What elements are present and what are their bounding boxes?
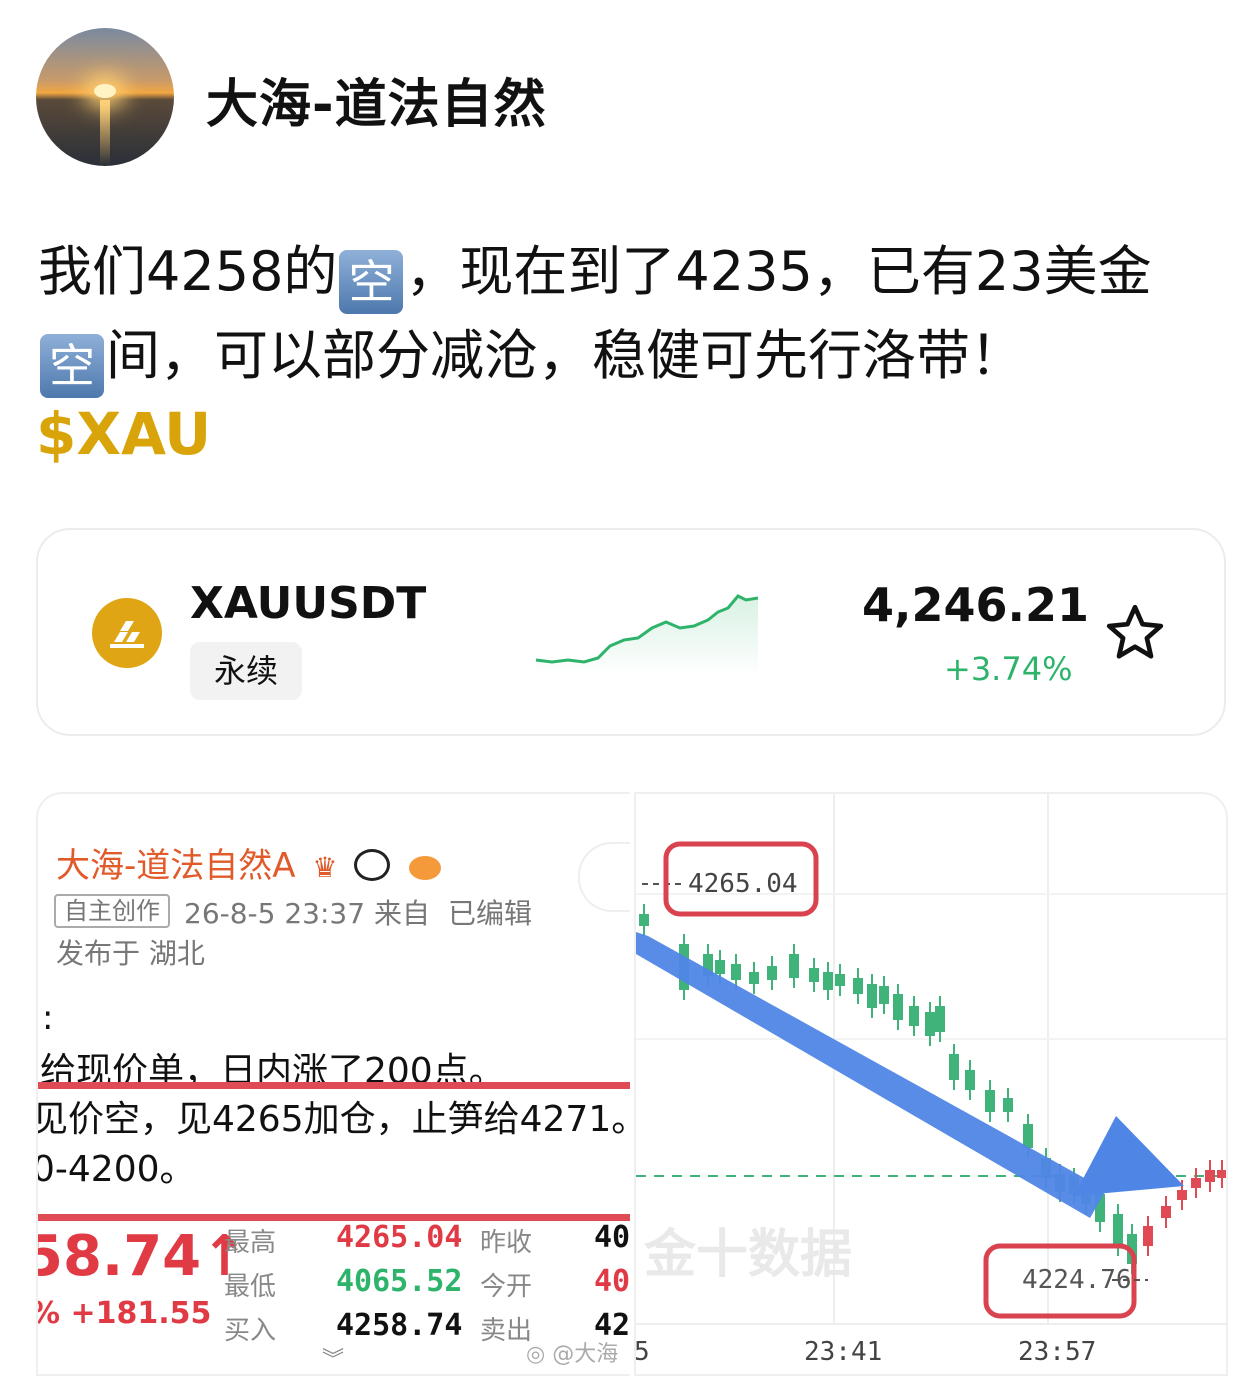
candlestick-chart: 金十数据 4265.04 4224.76 5 23:41 23:57 <box>636 794 1226 1367</box>
candle-body <box>1191 1178 1201 1188</box>
post-line1-b: ，现在到了4235，已有23美金 <box>405 240 1152 303</box>
ticker-tag-link[interactable]: $XAU <box>36 400 211 468</box>
time-label-2: 23:41 <box>804 1337 882 1367</box>
quote-high: 4265.04 <box>336 1220 463 1255</box>
candle-body <box>949 1054 959 1080</box>
candle-body <box>789 954 799 978</box>
quote-change: % +181.55 <box>36 1296 212 1331</box>
candle-body <box>853 978 863 994</box>
quote-open-label: 今开 <box>480 1272 533 1302</box>
weibo-watermark: ◎ @大海 <box>526 1342 619 1367</box>
candle-body <box>893 994 903 1020</box>
chevron-down-icon: ︾ <box>322 1348 345 1373</box>
follow-button-edge <box>578 842 630 912</box>
quote-buy: 4258.74 <box>336 1308 463 1343</box>
post-location: 发布于 湖北 <box>56 937 205 970</box>
candle-body <box>985 1090 995 1112</box>
price-sparkline <box>535 594 759 676</box>
embedded-chart-screenshot: 金十数据 4265.04 4224.76 5 23:41 23:57 <box>634 792 1228 1376</box>
ticker-symbol: XAUUSDT <box>190 578 427 629</box>
post-text: 我们4258的空，现在到了4235，已有23美金 空间，可以部分减沧，稳健可先行… <box>38 230 1228 398</box>
sunset-sun <box>94 84 116 98</box>
candle-body <box>1003 1098 1013 1112</box>
candle-body <box>879 986 889 1004</box>
fish-icon <box>409 856 442 880</box>
candle-body <box>823 972 833 990</box>
author-name[interactable]: 大海-道法自然 <box>206 62 547 137</box>
quote-high-label: 最高 <box>224 1228 277 1258</box>
high-price-label: 4265.04 <box>688 869 798 899</box>
candle-body <box>715 960 725 974</box>
candle-body <box>909 1006 919 1026</box>
chart-watermark: 金十数据 <box>643 1225 852 1285</box>
candle-body <box>1023 1124 1033 1148</box>
candle-body <box>1217 1170 1226 1178</box>
embedded-post-screenshot: 大海-道法自然A ♛ 自主创作 26-8-5 23:37 来自 已编辑 发布于 … <box>36 792 630 1376</box>
panda-icon <box>354 849 391 881</box>
quote-low: 4065.52 <box>336 1264 463 1299</box>
time-label-3: 23:57 <box>1018 1337 1096 1367</box>
quote-prev-close: 40 <box>594 1220 630 1255</box>
candle-body <box>835 974 845 986</box>
gold-bars-icon <box>92 598 162 668</box>
red-divider <box>38 1214 630 1221</box>
downtrend-arrow-head <box>1074 1116 1184 1196</box>
ticker-card[interactable]: XAUUSDT 永续 4,246.21 +3.74% <box>36 528 1226 736</box>
embedded-text-line3: 0-4200。 <box>36 1149 196 1190</box>
quote-prev-close-label: 昨收 <box>480 1228 533 1258</box>
candle-body <box>1161 1206 1171 1218</box>
candle-body <box>731 964 741 980</box>
candle-body <box>809 968 819 982</box>
star-icon[interactable] <box>1104 602 1166 664</box>
avatar[interactable] <box>36 28 174 166</box>
candle-body <box>1177 1190 1187 1200</box>
quote-last-price: 58.74↑ <box>36 1224 249 1289</box>
red-underline <box>38 1082 630 1089</box>
post-line2: 间，可以部分减沧，稳健可先行洛带！ <box>106 324 1024 387</box>
ticker-price: 4,246.21 <box>862 578 1089 632</box>
text-colon: : <box>42 998 54 1038</box>
kong-emoji-icon: 空 <box>339 250 404 314</box>
sun-reflection <box>100 100 110 166</box>
post-meta: 26-8-5 23:37 来自 <box>184 897 430 930</box>
candle-body <box>1143 1226 1153 1246</box>
candle-body <box>925 1012 935 1036</box>
time-label-1: 5 <box>636 1337 650 1367</box>
quote-buy-label: 买入 <box>224 1316 277 1346</box>
embedded-text-line2: 见价空，见4265加仓，止笋给4271。 <box>36 1099 630 1140</box>
candle-body <box>749 972 759 984</box>
quote-open: 40 <box>594 1264 630 1299</box>
quote-low-label: 最低 <box>224 1272 277 1302</box>
edited-label: 已编辑 <box>448 897 533 930</box>
embedded-author-name: 大海-道法自然A ♛ <box>56 838 442 887</box>
candle-body <box>639 914 649 926</box>
candle-body <box>1113 1214 1123 1246</box>
post-line1-a: 我们4258的 <box>38 240 338 303</box>
ticker-change: +3.74% <box>944 650 1073 688</box>
candle-body <box>935 1006 945 1032</box>
perpetual-badge: 永续 <box>190 642 302 700</box>
weibo-icon: ◎ <box>526 1342 546 1367</box>
kong-emoji-icon: 空 <box>40 334 104 398</box>
candle-body <box>867 984 877 1008</box>
candle-body <box>965 1070 975 1090</box>
candle-body <box>767 966 777 980</box>
quote-sell-label: 卖出 <box>480 1316 533 1346</box>
original-badge: 自主创作 <box>54 894 170 928</box>
candle-body <box>1205 1170 1215 1182</box>
crown-icon: ♛ <box>312 851 338 884</box>
